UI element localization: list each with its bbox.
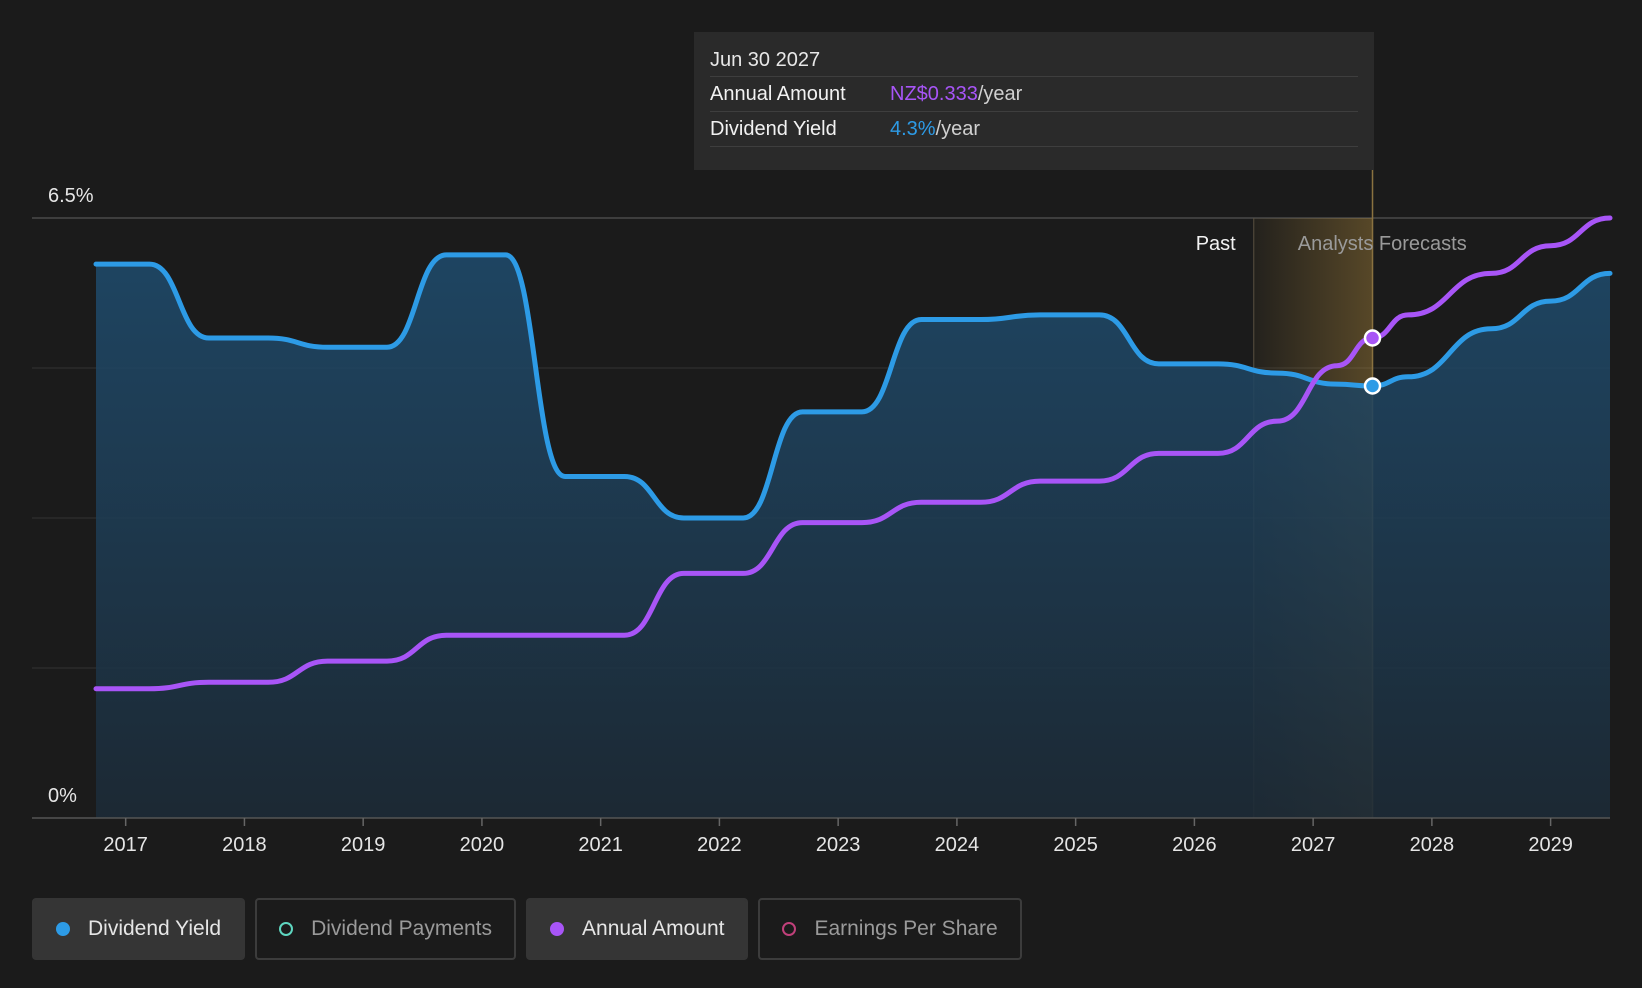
annual-amount-dot-icon [550,922,565,936]
annual-amount-hover-point [1363,329,1382,347]
tooltip-label: Annual Amount [710,82,846,105]
tooltip-row-annual-amount: Annual Amount NZ$0.333 /year [710,77,1358,112]
tooltip-value: NZ$0.333 [890,82,978,105]
x-tick-label: 2026 [1172,834,1217,856]
chart-areas [96,254,1610,818]
x-tick-label: 2017 [103,834,148,856]
legend-label: Dividend Yield [88,917,222,940]
legend-label: Annual Amount [582,917,725,940]
tooltip-value: 4.3% [890,117,936,140]
legend-annual-amount-button[interactable]: Annual Amount [526,898,749,960]
x-tick-label: 2024 [935,834,980,856]
y-axis-label-bottom: 0% [48,785,77,807]
legend: Dividend Yield Dividend Payments Annual … [32,898,1022,960]
hover-tooltip: Jun 30 2027 Annual Amount NZ$0.333 /year… [694,32,1374,170]
dividend-payments-ring-icon [279,922,294,936]
legend-dividend-yield-button[interactable]: Dividend Yield [32,898,246,960]
x-tick-label: 2020 [460,834,505,856]
x-tick-label: 2021 [578,834,623,856]
legend-earnings-per-share-button[interactable]: Earnings Per Share [758,898,1022,960]
x-tick-label: 2023 [816,834,861,856]
x-tick-label: 2022 [697,834,742,856]
earnings-per-share-ring-icon [782,922,797,936]
tooltip-unit: /year [935,117,981,140]
legend-dividend-payments-button[interactable]: Dividend Payments [255,898,517,960]
tooltip-label: Dividend Yield [710,117,837,140]
tooltip-date: Jun 30 2027 [710,48,821,71]
x-tick-label: 2025 [1053,834,1098,856]
forecast-label: Analysts Forecasts [1298,233,1467,255]
tooltip-unit: /year [977,82,1023,105]
x-tick-label: 2028 [1410,834,1455,856]
x-tick-label: 2019 [341,834,386,856]
tooltip-date-row: Jun 30 2027 [710,44,1358,77]
legend-label: Dividend Payments [311,917,493,940]
dividend-yield-area [96,254,1610,818]
dividend-yield-hover-point [1363,377,1382,395]
x-tick-label: 2018 [222,834,267,856]
x-tick-label: 2029 [1528,834,1573,856]
x-axis: 2017 2018 2019 2020 2021 2022 2023 2024 2025 2026… [32,817,1610,856]
legend-label: Earnings Per Share [814,917,998,940]
dividend-yield-dot-icon [56,922,70,936]
y-axis-label-top: 6.5% [48,185,94,207]
x-tick-label: 2027 [1291,834,1336,856]
past-label: Past [1196,233,1236,255]
tooltip-row-dividend-yield: Dividend Yield 4.3% /year [710,112,1358,147]
